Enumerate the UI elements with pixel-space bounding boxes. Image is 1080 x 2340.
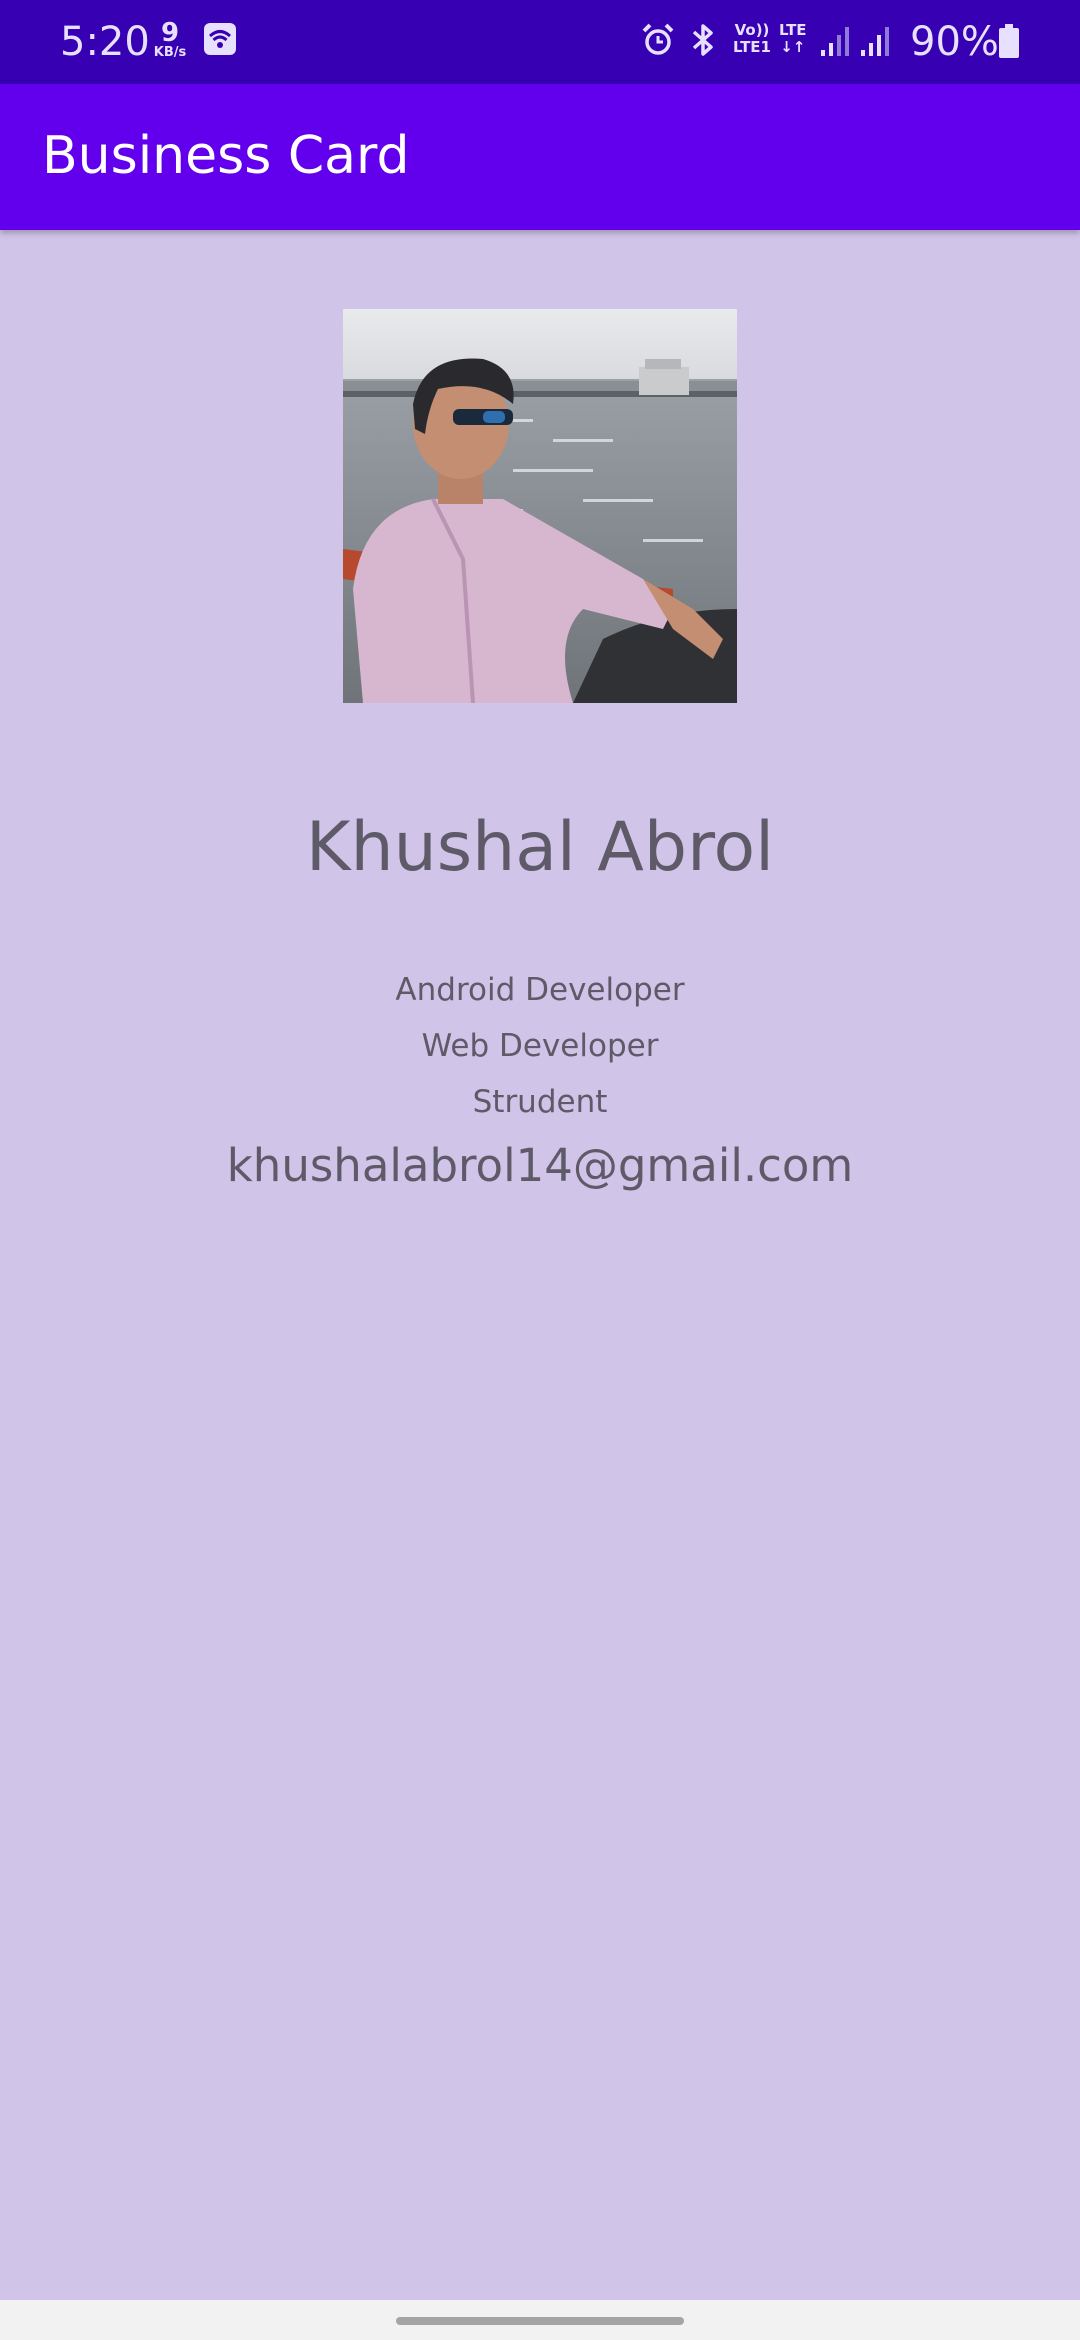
lte-icon: LTE ↓↑ bbox=[779, 22, 807, 56]
alarm-icon bbox=[640, 22, 676, 62]
home-gesture-handle[interactable] bbox=[396, 2317, 684, 2325]
profile-photo bbox=[343, 309, 737, 704]
app-bar: Business Card bbox=[0, 84, 1080, 230]
profile-name: Khushal Abrol bbox=[305, 808, 775, 887]
network-speed-value: 9 bbox=[160, 18, 180, 48]
data-arrows: ↓↑ bbox=[780, 38, 806, 56]
role-web-developer: Web Developer bbox=[421, 1028, 659, 1064]
role-android-developer: Android Developer bbox=[395, 972, 685, 1008]
volte-icon: Vo)) LTE1 bbox=[733, 22, 771, 56]
role-student: Strudent bbox=[472, 1084, 608, 1120]
battery-percent: 90% bbox=[910, 19, 999, 65]
profile-roles: Android Developer Web Developer Strudent bbox=[0, 962, 1080, 1130]
network-speed-unit: KB/s bbox=[153, 45, 187, 60]
navigation-bar bbox=[0, 2300, 1080, 2340]
status-time: 5:20 bbox=[60, 19, 150, 65]
wifi-icon bbox=[203, 22, 237, 60]
bluetooth-icon bbox=[688, 22, 718, 62]
status-bar: 5:20 9 KB/s Vo)) LTE1 LTE ↓↑ 90% bbox=[0, 0, 1080, 84]
signal-icon bbox=[820, 24, 852, 62]
app-title: Business Card bbox=[42, 126, 410, 186]
network-speed: 9 KB/s bbox=[150, 20, 190, 59]
volte-sublabel: LTE1 bbox=[733, 38, 771, 56]
profile-email[interactable]: khushalabrol14@gmail.com bbox=[0, 1138, 1080, 1194]
signal-icon bbox=[860, 24, 892, 62]
volte-label: Vo)) bbox=[734, 21, 770, 39]
lte-label: LTE bbox=[779, 21, 807, 39]
battery-icon bbox=[998, 24, 1020, 64]
